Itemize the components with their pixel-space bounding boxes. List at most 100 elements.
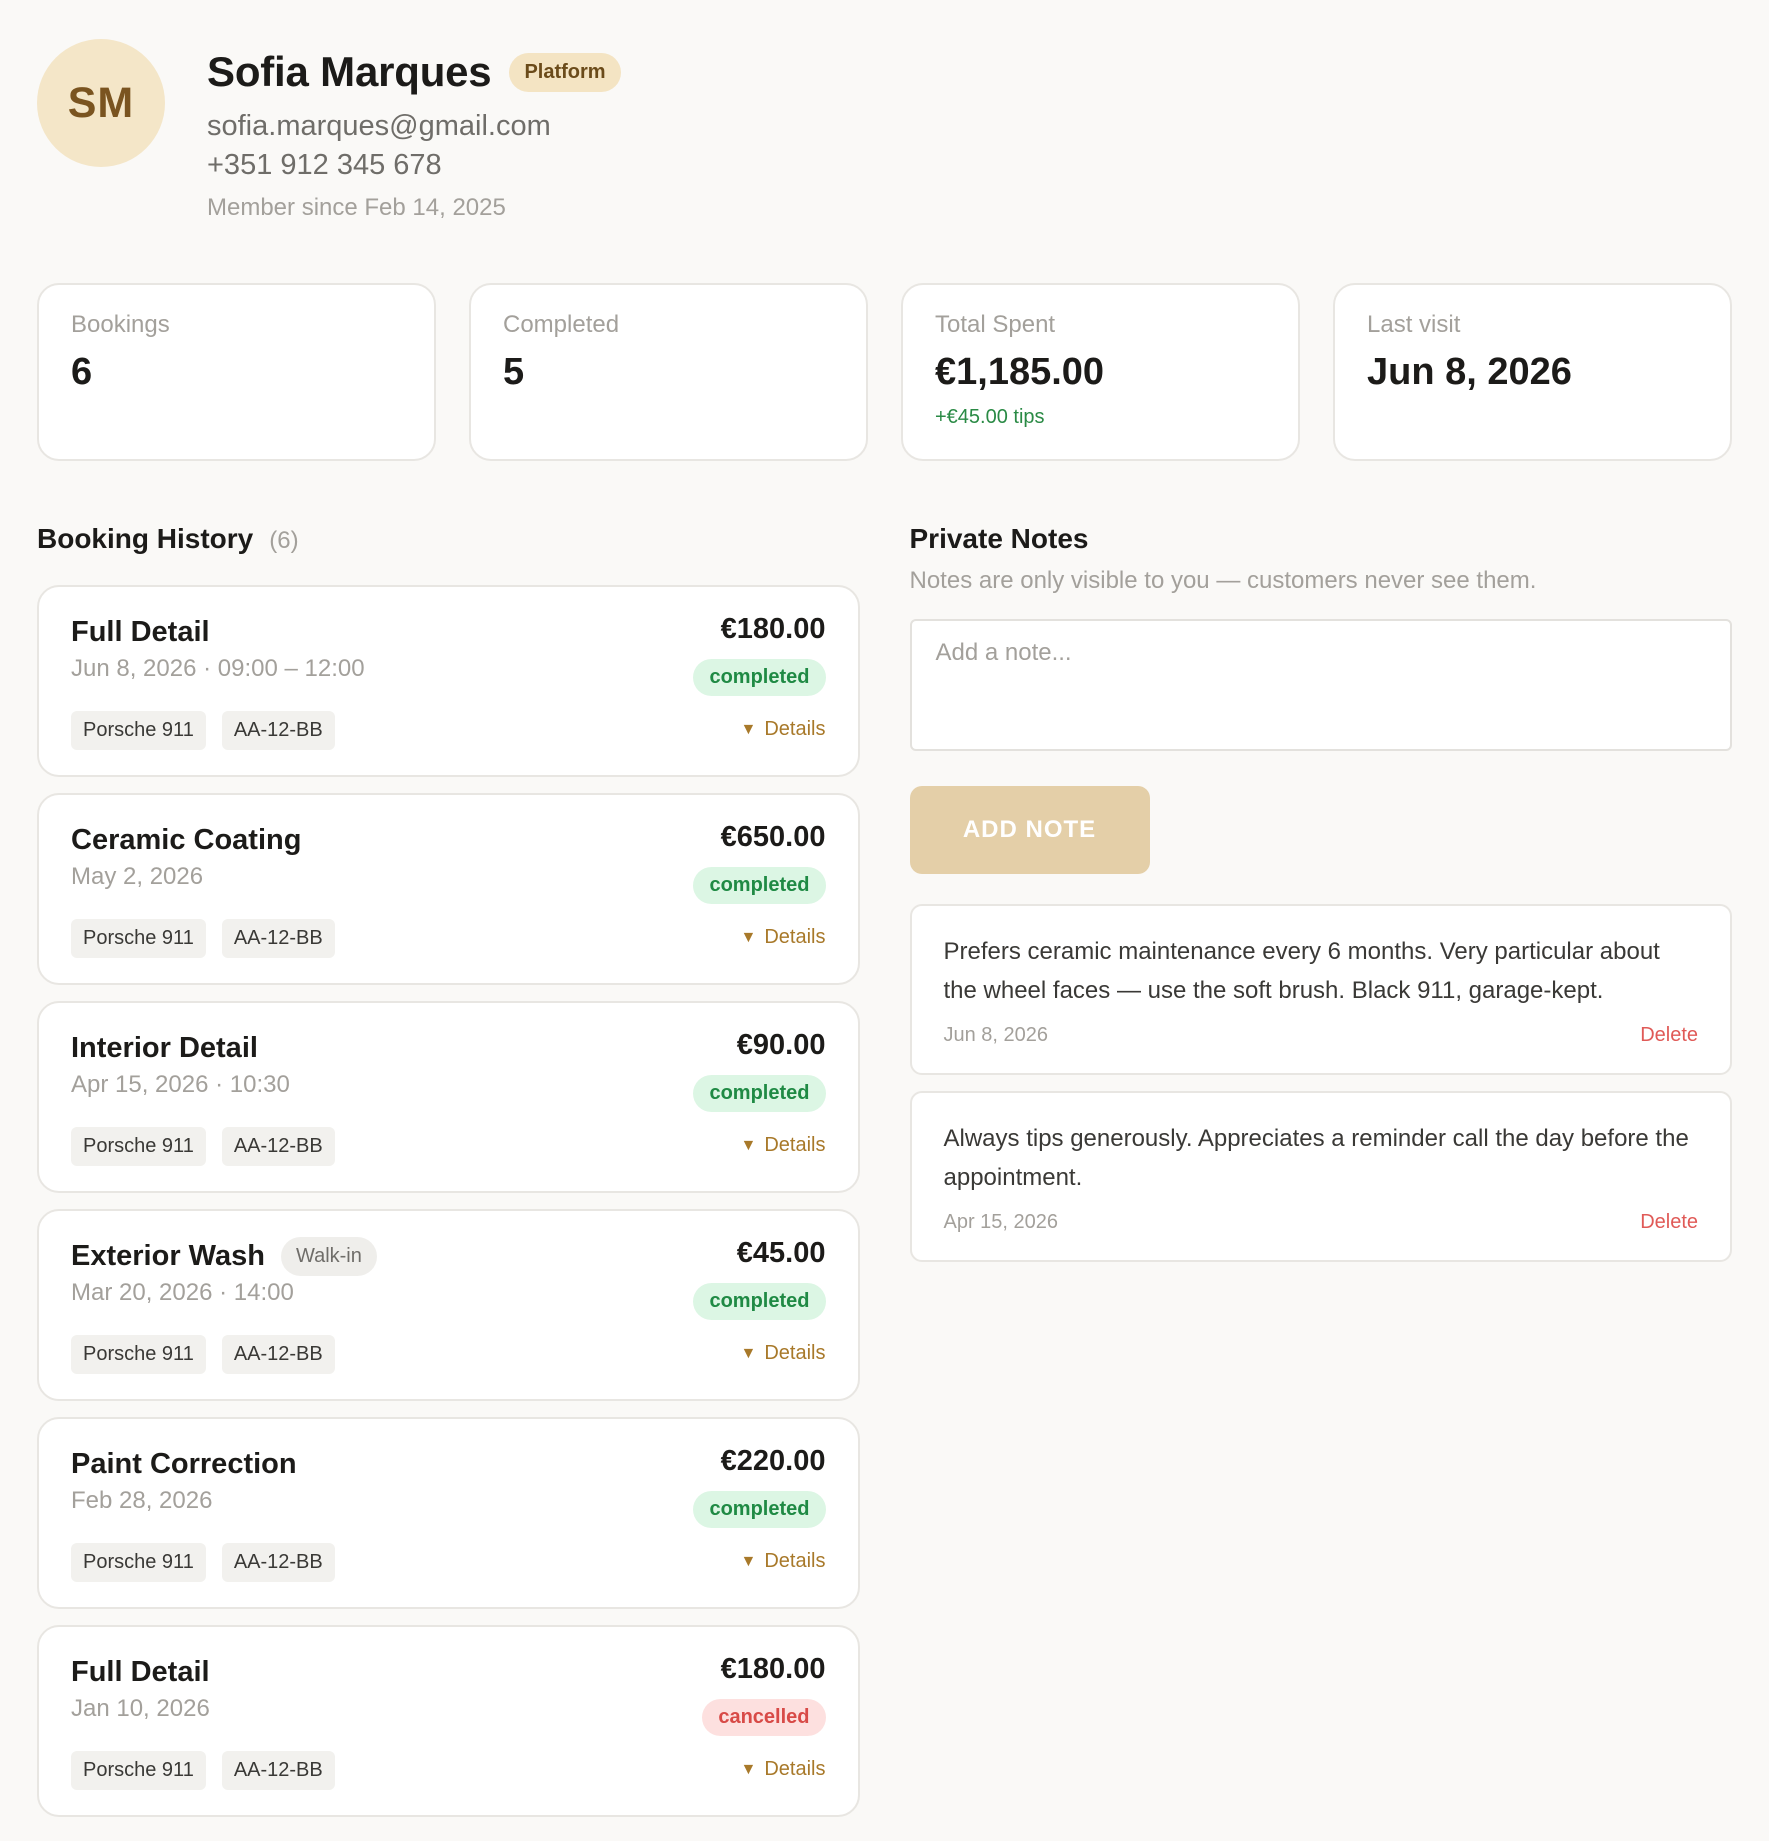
booking-summary: €220.00 completed ▼ Details	[693, 1445, 826, 1573]
stat-value: 6	[71, 351, 93, 393]
details-toggle[interactable]: ▼ Details	[741, 1550, 826, 1573]
details-toggle[interactable]: ▼ Details	[741, 926, 826, 949]
stat-label: Completed	[503, 311, 620, 338]
stat-label: Total Spent	[935, 311, 1056, 338]
details-toggle[interactable]: ▼ Details	[741, 1758, 826, 1781]
stats-row: Bookings 6 Completed 5 Total Spent €1,18…	[37, 283, 1732, 461]
name-row: Sofia Marques Platform	[207, 44, 621, 100]
customer-header: SM Sofia Marques Platform sofia.marques@…	[37, 38, 1732, 238]
booking-card[interactable]: Ceramic Coating May 2, 2026 Porsche 911 …	[37, 793, 860, 985]
booking-service: Full Detail	[71, 1655, 210, 1688]
booking-price: €180.00	[720, 1653, 826, 1685]
booking-price: €650.00	[720, 821, 826, 853]
details-label: Details	[764, 1758, 826, 1780]
booking-price: €180.00	[720, 613, 826, 645]
avatar: SM	[37, 39, 165, 167]
details-label: Details	[764, 926, 826, 948]
booking-service: Exterior Wash	[71, 1239, 265, 1272]
booking-service: Paint Correction	[71, 1447, 297, 1480]
customer-phone[interactable]: +351 912 345 678	[207, 149, 621, 182]
booking-summary: €180.00 cancelled ▼ Details	[702, 1653, 826, 1781]
note-date: Apr 15, 2026	[943, 1211, 1059, 1233]
content-columns: Booking History (6) Full Detail Jun 8, 2…	[37, 523, 1732, 1833]
note-date: Jun 8, 2026	[943, 1024, 1049, 1046]
status-badge: completed	[693, 1075, 826, 1112]
note-card: Prefers ceramic maintenance every 6 mont…	[909, 904, 1732, 1075]
vehicle-tag: Porsche 911	[71, 711, 206, 750]
caret-down-icon: ▼	[740, 1552, 757, 1570]
private-notes-heading: Private Notes	[909, 523, 1089, 554]
plate-tag: AA-12-BB	[221, 1751, 335, 1790]
booking-service: Ceramic Coating	[71, 823, 302, 856]
plate-tag: AA-12-BB	[221, 1335, 335, 1374]
status-badge: completed	[693, 659, 826, 696]
booking-summary: €90.00 completed ▼ Details	[693, 1029, 826, 1157]
booking-service: Interior Detail	[71, 1031, 258, 1064]
stat-card-completed: Completed 5	[469, 283, 868, 461]
booking-card[interactable]: Exterior Wash Walk-in Mar 20, 2026 · 14:…	[37, 1209, 860, 1401]
status-badge: completed	[693, 1283, 826, 1320]
stat-value: €1,185.00	[935, 351, 1105, 393]
note-card: Always tips generously. Appreciates a re…	[909, 1091, 1732, 1262]
vehicle-tag: Porsche 911	[71, 1127, 206, 1166]
private-notes-section: Private Notes Notes are only visible to …	[909, 523, 1732, 1833]
caret-down-icon: ▼	[740, 720, 757, 738]
stat-label: Last visit	[1367, 311, 1461, 338]
caret-down-icon: ▼	[740, 1760, 757, 1778]
booking-card[interactable]: Paint Correction Feb 28, 2026 Porsche 91…	[37, 1417, 860, 1609]
vehicle-tag: Porsche 911	[71, 919, 206, 958]
plate-tag: AA-12-BB	[221, 1543, 335, 1582]
details-label: Details	[764, 1134, 826, 1156]
booking-card[interactable]: Interior Detail Apr 15, 2026 · 10:30 Por…	[37, 1001, 860, 1193]
status-badge: cancelled	[702, 1699, 826, 1736]
status-badge: completed	[693, 867, 826, 904]
booking-price: €220.00	[720, 1445, 826, 1477]
note-input[interactable]	[909, 619, 1732, 751]
customer-name: Sofia Marques	[207, 48, 492, 95]
tips-total: +€45.00 tips	[935, 406, 1045, 428]
booking-card[interactable]: Full Detail Jan 10, 2026 Porsche 911 AA-…	[37, 1625, 860, 1817]
stat-label: Bookings	[71, 311, 170, 338]
delete-note-button[interactable]: Delete	[1640, 1211, 1698, 1234]
customer-profile-page: SM Sofia Marques Platform sofia.marques@…	[0, 0, 1769, 1841]
stat-value: 5	[503, 351, 525, 393]
stat-card-bookings: Bookings 6	[37, 283, 436, 461]
plate-tag: AA-12-BB	[221, 711, 335, 750]
details-label: Details	[764, 718, 826, 740]
vehicle-tag: Porsche 911	[71, 1335, 206, 1374]
details-label: Details	[764, 1550, 826, 1572]
details-toggle[interactable]: ▼ Details	[741, 1342, 826, 1365]
booking-price: €45.00	[736, 1237, 826, 1269]
stat-card-total-spent: Total Spent €1,185.00 +€45.00 tips	[901, 283, 1300, 461]
caret-down-icon: ▼	[740, 1136, 757, 1154]
private-notes-subtitle: Notes are only visible to you — customer…	[909, 567, 1537, 594]
customer-email[interactable]: sofia.marques@gmail.com	[207, 110, 621, 143]
booking-service: Full Detail	[71, 615, 210, 648]
member-since: Member since Feb 14, 2025	[207, 194, 506, 221]
note-footer: Apr 15, 2026 Delete	[944, 1211, 1699, 1234]
source-badge: Platform	[509, 52, 621, 92]
caret-down-icon: ▼	[740, 928, 757, 946]
plate-tag: AA-12-BB	[221, 919, 335, 958]
details-toggle[interactable]: ▼ Details	[741, 718, 826, 741]
section-title: Booking History	[37, 523, 254, 554]
details-label: Details	[764, 1342, 826, 1364]
booking-history-heading: Booking History (6)	[37, 523, 860, 559]
walk-in-badge: Walk-in	[280, 1236, 377, 1276]
booking-count: (6)	[269, 527, 299, 554]
booking-summary: €650.00 completed ▼ Details	[693, 821, 826, 949]
caret-down-icon: ▼	[740, 1344, 757, 1362]
customer-identity: Sofia Marques Platform sofia.marques@gma…	[207, 38, 621, 222]
booking-card[interactable]: Full Detail Jun 8, 2026 · 09:00 – 12:00 …	[37, 585, 860, 777]
stat-value: Jun 8, 2026	[1367, 351, 1572, 393]
details-toggle[interactable]: ▼ Details	[741, 1134, 826, 1157]
note-text: Prefers ceramic maintenance every 6 mont…	[943, 938, 1660, 1004]
delete-note-button[interactable]: Delete	[1640, 1024, 1698, 1047]
vehicle-tag: Porsche 911	[71, 1543, 206, 1582]
booking-price: €90.00	[736, 1029, 826, 1061]
stat-card-last-visit: Last visit Jun 8, 2026	[1333, 283, 1732, 461]
note-footer: Jun 8, 2026 Delete	[944, 1024, 1699, 1047]
booking-summary: €180.00 completed ▼ Details	[693, 613, 826, 741]
add-note-button[interactable]: ADD NOTE	[909, 786, 1150, 874]
booking-summary: €45.00 completed ▼ Details	[693, 1237, 826, 1365]
